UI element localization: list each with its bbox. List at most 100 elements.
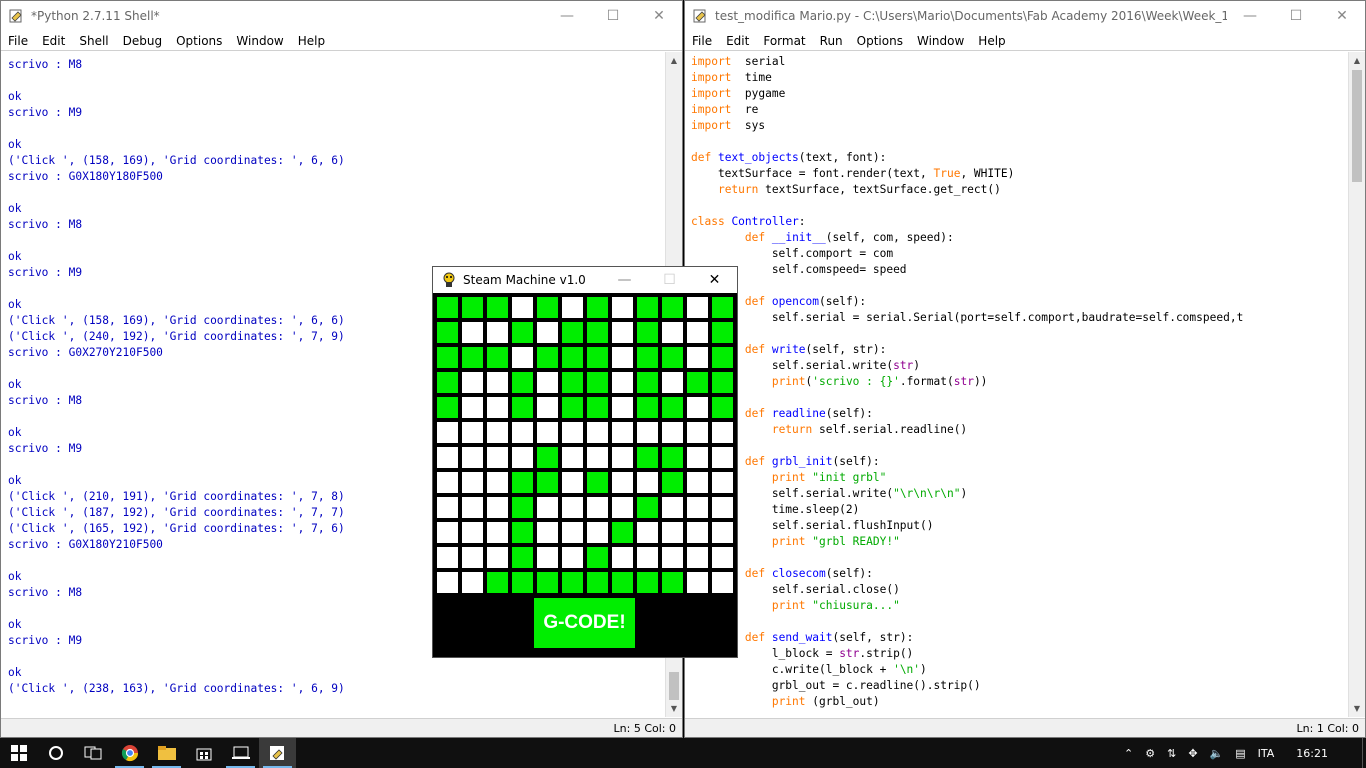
grid-cell-on[interactable] — [437, 397, 458, 418]
editor-menu-edit[interactable]: Edit — [719, 34, 756, 48]
grid-cell-off[interactable] — [487, 422, 508, 443]
close-icon[interactable]: ✕ — [1319, 1, 1365, 31]
grid-cell-on[interactable] — [712, 322, 733, 343]
grid-cell-on[interactable] — [462, 297, 483, 318]
grid-cell-off[interactable] — [687, 522, 708, 543]
grid-cell-on[interactable] — [587, 397, 608, 418]
grid-cell-off[interactable] — [487, 547, 508, 568]
grid-cell-off[interactable] — [562, 297, 583, 318]
maximize-icon[interactable]: ☐ — [590, 1, 636, 31]
grid-cell-off[interactable] — [562, 447, 583, 468]
grid-cell-off[interactable] — [462, 497, 483, 518]
grid-cell-off[interactable] — [662, 322, 683, 343]
grid-cell-off[interactable] — [712, 547, 733, 568]
idle-python-icon[interactable] — [259, 738, 296, 768]
grid-cell-on[interactable] — [662, 347, 683, 368]
editor-menu-options[interactable]: Options — [850, 34, 910, 48]
grid-cell-off[interactable] — [712, 497, 733, 518]
chevron-up-icon[interactable]: ⌃ — [1124, 747, 1133, 760]
grid-cell-off[interactable] — [562, 472, 583, 493]
grid-cell-off[interactable] — [712, 572, 733, 593]
editor-menu-file[interactable]: File — [685, 34, 719, 48]
grid-cell-off[interactable] — [462, 472, 483, 493]
grid-cell-on[interactable] — [712, 397, 733, 418]
chrome-icon[interactable] — [111, 738, 148, 768]
shell-menu-help[interactable]: Help — [291, 34, 332, 48]
grid-cell-off[interactable] — [712, 422, 733, 443]
grid-cell-off[interactable] — [712, 472, 733, 493]
grid-cell-off[interactable] — [512, 297, 533, 318]
grid-cell-on[interactable] — [512, 572, 533, 593]
close-icon[interactable]: ✕ — [692, 267, 737, 293]
grid-cell-off[interactable] — [512, 422, 533, 443]
grid-cell-off[interactable] — [612, 297, 633, 318]
maximize-icon[interactable]: ☐ — [1273, 1, 1319, 31]
editor-titlebar[interactable]: test_modifica Mario.py - C:\Users\Mario\… — [685, 1, 1365, 31]
grid-cell-off[interactable] — [437, 522, 458, 543]
grid-cell-on[interactable] — [512, 322, 533, 343]
grid-cell-on[interactable] — [512, 472, 533, 493]
grid-cell-off[interactable] — [637, 522, 658, 543]
grid-cell-on[interactable] — [562, 372, 583, 393]
minimize-icon[interactable]: — — [544, 1, 590, 31]
editor-menu-format[interactable]: Format — [756, 34, 812, 48]
grid-cell-off[interactable] — [687, 422, 708, 443]
grid-cell-off[interactable] — [712, 522, 733, 543]
wifi-icon[interactable]: ✥ — [1188, 747, 1197, 760]
file-explorer-icon[interactable] — [148, 738, 185, 768]
grid-cell-off[interactable] — [662, 497, 683, 518]
grid-cell-on[interactable] — [587, 472, 608, 493]
grid-cell-off[interactable] — [462, 572, 483, 593]
grid-cell-on[interactable] — [537, 347, 558, 368]
pygame-titlebar[interactable]: Steam Machine v1.0 — ☐ ✕ — [433, 267, 737, 293]
grid-cell-on[interactable] — [562, 397, 583, 418]
grid-cell-off[interactable] — [462, 522, 483, 543]
grid-cell-off[interactable] — [637, 547, 658, 568]
grid-cell-on[interactable] — [637, 372, 658, 393]
grid-cell-off[interactable] — [437, 497, 458, 518]
grid-cell-on[interactable] — [587, 322, 608, 343]
language-indicator[interactable]: ITA — [1258, 747, 1275, 760]
grid-cell-on[interactable] — [662, 472, 683, 493]
grid-cell-on[interactable] — [587, 347, 608, 368]
editor-menu-window[interactable]: Window — [910, 34, 971, 48]
grid-cell-off[interactable] — [487, 372, 508, 393]
editor-scrollbar[interactable]: ▲ ▼ — [1348, 52, 1365, 717]
scroll-down-icon[interactable]: ▼ — [666, 700, 682, 717]
grid-cell-on[interactable] — [612, 522, 633, 543]
grid-cell-on[interactable] — [487, 347, 508, 368]
grid-cell-off[interactable] — [512, 447, 533, 468]
grid-cell-off[interactable] — [537, 372, 558, 393]
shell-menu-edit[interactable]: Edit — [35, 34, 72, 48]
grid-cell-off[interactable] — [687, 397, 708, 418]
scroll-down-icon[interactable]: ▼ — [1349, 700, 1365, 717]
grid-cell-on[interactable] — [637, 447, 658, 468]
grid-cell-on[interactable] — [587, 547, 608, 568]
shell-menu-debug[interactable]: Debug — [116, 34, 169, 48]
grid-cell-on[interactable] — [712, 372, 733, 393]
grid-cell-off[interactable] — [662, 547, 683, 568]
grid-cell-on[interactable] — [487, 572, 508, 593]
grid-cell-off[interactable] — [687, 447, 708, 468]
grid-cell-on[interactable] — [612, 572, 633, 593]
scroll-thumb[interactable] — [1352, 70, 1362, 182]
shell-titlebar[interactable]: *Python 2.7.11 Shell* — ☐ ✕ — [1, 1, 682, 31]
grid-cell-off[interactable] — [687, 547, 708, 568]
shell-menu-file[interactable]: File — [1, 34, 35, 48]
grid-cell-off[interactable] — [537, 522, 558, 543]
grid-cell-off[interactable] — [637, 422, 658, 443]
grid-cell-off[interactable] — [562, 497, 583, 518]
grid-cell-off[interactable] — [537, 547, 558, 568]
grid-cell-off[interactable] — [537, 422, 558, 443]
cortana-icon[interactable] — [37, 738, 74, 768]
grid-cell-off[interactable] — [612, 322, 633, 343]
network-icon[interactable]: ⚙ — [1145, 747, 1155, 760]
grid-cell-off[interactable] — [487, 322, 508, 343]
grid-cell-on[interactable] — [712, 297, 733, 318]
grid-cell-on[interactable] — [587, 372, 608, 393]
grid-cell-on[interactable] — [637, 572, 658, 593]
grid-cell-on[interactable] — [462, 347, 483, 368]
action-center-icon[interactable]: ▤ — [1235, 747, 1245, 760]
grid-cell-on[interactable] — [662, 297, 683, 318]
shell-menu-window[interactable]: Window — [229, 34, 290, 48]
